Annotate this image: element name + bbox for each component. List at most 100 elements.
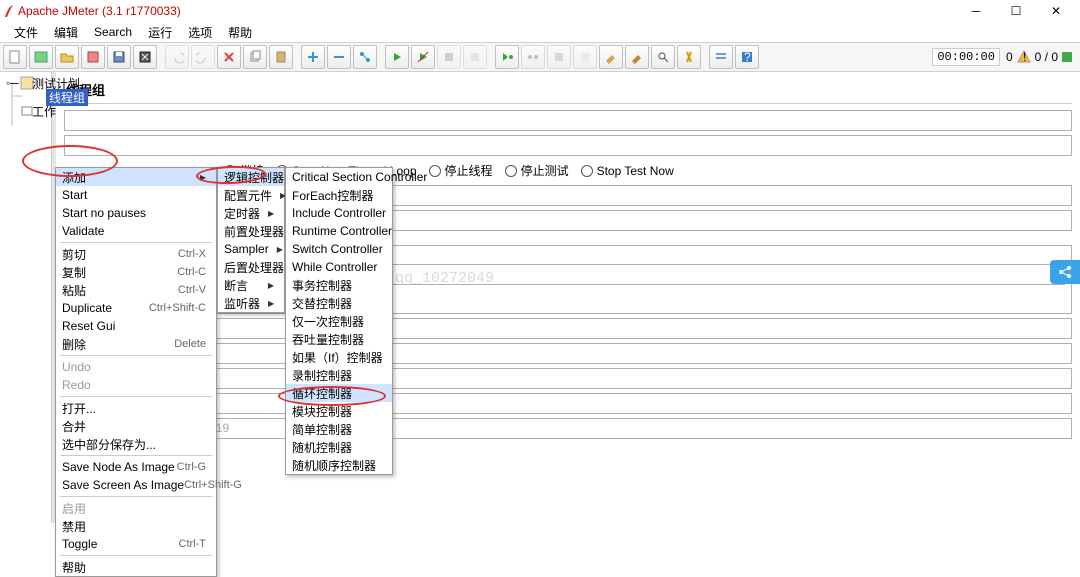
menu-item[interactable]: Start <box>56 186 216 204</box>
reset-search-icon[interactable] <box>677 45 701 69</box>
menu-file[interactable]: 文件 <box>6 22 46 43</box>
remote-stop-icon[interactable] <box>547 45 571 69</box>
menu-item[interactable]: 如果（If）控制器 <box>286 348 392 366</box>
menu-item[interactable]: 禁用 <box>56 517 216 535</box>
menu-item[interactable]: 后置处理器 <box>218 258 284 276</box>
undo-icon[interactable] <box>165 45 189 69</box>
collapse-icon[interactable] <box>327 45 351 69</box>
clear-all-icon[interactable] <box>625 45 649 69</box>
save-icon[interactable] <box>107 45 131 69</box>
share-badge-icon[interactable] <box>1050 260 1080 284</box>
function-helper-icon[interactable] <box>709 45 733 69</box>
tree-workbench-label[interactable]: 工作 <box>32 103 56 120</box>
menu-item[interactable]: 打开... <box>56 399 216 417</box>
close-icon[interactable] <box>81 45 105 69</box>
start-time-field[interactable] <box>90 393 1072 414</box>
menu-item[interactable]: Sampler <box>218 240 284 258</box>
tree-pane[interactable]: ◦─ <box>0 72 52 523</box>
templates-icon[interactable] <box>29 45 53 69</box>
open-icon[interactable] <box>55 45 79 69</box>
remote-start-icon[interactable] <box>495 45 519 69</box>
radio-stop-test[interactable]: 停止测试 <box>505 162 569 179</box>
menu-help[interactable]: 帮助 <box>220 22 260 43</box>
start-no-timers-icon[interactable] <box>411 45 435 69</box>
menu-item[interactable]: 录制控制器 <box>286 366 392 384</box>
menu-edit[interactable]: 编辑 <box>46 22 86 43</box>
menu-item[interactable]: 添加 <box>56 168 216 186</box>
menu-item[interactable]: Save Node As ImageCtrl-G <box>56 458 216 476</box>
menu-item[interactable]: ToggleCtrl-T <box>56 535 216 553</box>
menu-item[interactable]: 删除Delete <box>56 335 216 353</box>
menu-item[interactable]: 合并 <box>56 417 216 435</box>
menu-item[interactable]: 帮助 <box>56 558 216 576</box>
end-time-field[interactable]: 2017/04/10 19:49:19 <box>114 418 1072 439</box>
menu-item[interactable]: 逻辑控制器 <box>218 168 284 186</box>
menu-run[interactable]: 运行 <box>140 22 180 43</box>
menu-item[interactable]: 吞吐量控制器 <box>286 330 392 348</box>
menu-item[interactable]: 监听器 <box>218 294 284 312</box>
remote-shutdown-icon[interactable] <box>573 45 597 69</box>
clear-icon[interactable] <box>599 45 623 69</box>
menu-item[interactable]: Start no pauses <box>56 204 216 222</box>
menu-options[interactable]: 选项 <box>180 22 220 43</box>
menu-item[interactable]: 前置处理器 <box>218 222 284 240</box>
menu-item[interactable]: 简单控制器 <box>286 420 392 438</box>
remote-start-all-icon[interactable] <box>521 45 545 69</box>
startup-delay-field[interactable] <box>90 368 1072 389</box>
schedule-field[interactable] <box>90 318 1072 339</box>
menu-item[interactable]: 仅一次控制器 <box>286 312 392 330</box>
search-icon[interactable] <box>651 45 675 69</box>
menu-item[interactable]: Switch Controller <box>286 240 392 258</box>
titlebar: Apache JMeter (3.1 r1770033) ─ ☐ ✕ <box>0 0 1080 22</box>
menu-item[interactable]: 随机顺序控制器 <box>286 456 392 474</box>
save-as-icon[interactable] <box>133 45 157 69</box>
context-menu-main[interactable]: 添加StartStart no pausesValidate 剪切Ctrl-X复制… <box>55 167 217 577</box>
menu-item[interactable]: 粘贴Ctrl-V <box>56 281 216 299</box>
menu-item[interactable]: 定时器 <box>218 204 284 222</box>
radio-stop-thread[interactable]: 停止线程 <box>429 162 493 179</box>
context-menu-add[interactable]: 逻辑控制器配置元件定时器前置处理器Sampler后置处理器断言监听器 <box>217 167 285 313</box>
menu-item[interactable]: 事务控制器 <box>286 276 392 294</box>
start-icon[interactable] <box>385 45 409 69</box>
duration-field[interactable] <box>90 343 1072 364</box>
menu-item[interactable]: 配置元件 <box>218 186 284 204</box>
paste-icon[interactable] <box>269 45 293 69</box>
cut-icon[interactable] <box>217 45 241 69</box>
menu-item[interactable]: 断言 <box>218 276 284 294</box>
toggle-icon[interactable] <box>353 45 377 69</box>
context-menu-logic-controllers[interactable]: Critical Section ControllerForEach控制器Inc… <box>285 167 393 475</box>
menu-item[interactable]: DuplicateCtrl+Shift-C <box>56 299 216 317</box>
menu-item[interactable]: Include Controller <box>286 204 392 222</box>
menu-item[interactable]: 剪切Ctrl-X <box>56 245 216 263</box>
minimize-button[interactable]: ─ <box>956 0 996 22</box>
menu-item[interactable]: While Controller <box>286 258 392 276</box>
shutdown-icon[interactable] <box>463 45 487 69</box>
menu-item[interactable]: Save Screen As ImageCtrl+Shift-G <box>56 476 216 494</box>
stop-icon[interactable] <box>437 45 461 69</box>
menu-item[interactable]: 循环控制器 <box>286 384 392 402</box>
menu-item[interactable]: 随机控制器 <box>286 438 392 456</box>
menu-item[interactable]: 复制Ctrl-C <box>56 263 216 281</box>
menu-item[interactable]: Validate <box>56 222 216 240</box>
menu-item[interactable]: ForEach控制器 <box>286 186 392 204</box>
redo-icon[interactable] <box>191 45 215 69</box>
menu-item[interactable]: Critical Section Controller <box>286 168 392 186</box>
close-button[interactable]: ✕ <box>1036 0 1076 22</box>
maximize-button[interactable]: ☐ <box>996 0 1036 22</box>
menu-search[interactable]: Search <box>86 23 140 41</box>
menu-item[interactable]: 选中部分保存为... <box>56 435 216 453</box>
name-field[interactable] <box>64 110 1072 131</box>
copy-icon[interactable] <box>243 45 267 69</box>
menu-item: Redo <box>56 376 216 394</box>
menu-item[interactable]: Reset Gui <box>56 317 216 335</box>
menu-item[interactable]: 交替控制器 <box>286 294 392 312</box>
tree-toggle-icon[interactable]: ◦─ <box>6 76 19 90</box>
help-icon[interactable]: ? <box>735 45 759 69</box>
radio-stop-test-now[interactable]: Stop Test Now <box>581 164 674 178</box>
menu-item[interactable]: 模块控制器 <box>286 402 392 420</box>
expand-icon[interactable] <box>301 45 325 69</box>
comment-field[interactable] <box>64 135 1072 156</box>
new-icon[interactable] <box>3 45 27 69</box>
svg-text:!: ! <box>1023 50 1026 64</box>
menu-item[interactable]: Runtime Controller <box>286 222 392 240</box>
